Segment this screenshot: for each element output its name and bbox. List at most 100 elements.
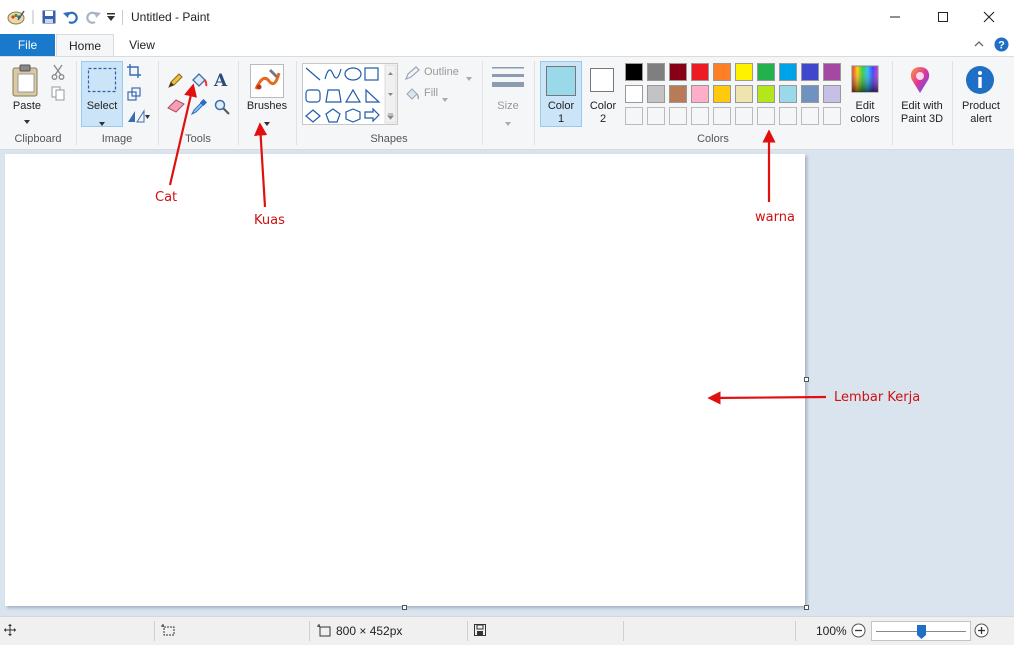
minimize-icon[interactable] xyxy=(872,0,918,34)
rotate-icon[interactable] xyxy=(127,109,151,125)
customize-icon[interactable] xyxy=(104,8,118,26)
palette-custom-slot[interactable] xyxy=(625,107,643,125)
palette-color-swatch[interactable] xyxy=(735,63,753,81)
drawing-canvas[interactable] xyxy=(5,154,805,606)
maximize-icon[interactable] xyxy=(920,0,966,34)
palette-color-swatch[interactable] xyxy=(757,85,775,103)
status-separator xyxy=(309,621,310,641)
paint-app-icon[interactable] xyxy=(6,8,26,26)
palette-custom-slot[interactable] xyxy=(757,107,775,125)
collapse-ribbon-icon[interactable] xyxy=(973,38,987,52)
group-separator xyxy=(296,61,297,145)
paste-button[interactable] xyxy=(10,63,44,105)
outline-icon[interactable] xyxy=(404,66,421,81)
magnifier-icon[interactable] xyxy=(214,99,232,117)
palette-color-swatch[interactable] xyxy=(669,85,687,103)
palette-color-swatch[interactable] xyxy=(625,85,643,103)
select-dropdown-icon[interactable] xyxy=(98,116,106,130)
palette-color-swatch[interactable] xyxy=(713,85,731,103)
palette-color-swatch[interactable] xyxy=(735,85,753,103)
zoom-in-icon[interactable] xyxy=(974,623,990,639)
tab-file[interactable]: File xyxy=(0,34,55,56)
shapes-gallery[interactable] xyxy=(302,63,398,125)
palette-color-swatch[interactable] xyxy=(823,85,841,103)
ribbon-tabs: File Home View ? xyxy=(0,34,1014,56)
save-icon[interactable] xyxy=(40,8,58,26)
paint3d-icon[interactable] xyxy=(905,65,935,95)
zoom-slider-thumb[interactable] xyxy=(917,625,926,639)
color1-swatch xyxy=(546,66,576,96)
fill-bucket-icon[interactable] xyxy=(190,72,210,92)
copy-icon[interactable] xyxy=(51,86,67,102)
palette-custom-slot[interactable] xyxy=(735,107,753,125)
group-separator xyxy=(892,61,893,145)
fill-dropdown-icon[interactable] xyxy=(442,91,448,105)
palette-custom-slot[interactable] xyxy=(823,107,841,125)
palette-custom-slot[interactable] xyxy=(801,107,819,125)
fill-icon[interactable] xyxy=(405,87,421,101)
info-icon[interactable] xyxy=(965,65,995,95)
product-alert-label: Product xyxy=(962,100,1000,112)
eraser-icon[interactable] xyxy=(167,99,185,117)
size-icon[interactable] xyxy=(491,65,525,95)
redo-icon[interactable] xyxy=(84,8,102,26)
palette-color-swatch[interactable] xyxy=(823,63,841,81)
palette-custom-slot[interactable] xyxy=(669,107,687,125)
group-separator xyxy=(952,61,953,145)
workspace xyxy=(0,150,1014,616)
palette-color-swatch[interactable] xyxy=(713,63,731,81)
resize-icon[interactable] xyxy=(127,87,143,103)
palette-custom-slot[interactable] xyxy=(647,107,665,125)
palette-color-swatch[interactable] xyxy=(801,85,819,103)
paste-label: Paste xyxy=(12,100,42,112)
palette-color-swatch[interactable] xyxy=(691,63,709,81)
text-icon[interactable]: A xyxy=(214,71,232,91)
palette-custom-slot[interactable] xyxy=(779,107,797,125)
help-icon[interactable]: ? xyxy=(994,37,1010,53)
title-separator xyxy=(122,10,123,25)
brushes-dropdown-icon[interactable] xyxy=(263,116,271,130)
edit-colors-label-2: colors xyxy=(850,113,880,125)
brushes-icon[interactable] xyxy=(250,64,284,98)
outline-label[interactable]: Outline xyxy=(424,66,459,78)
ribbon: Paste Clipboard Select Image A Tools Bru… xyxy=(0,56,1014,150)
palette-color-swatch[interactable] xyxy=(669,63,687,81)
resize-handle-bottom[interactable] xyxy=(402,605,407,610)
image-group-label: Image xyxy=(101,133,133,145)
palette-color-swatch[interactable] xyxy=(691,85,709,103)
fill-label[interactable]: Fill xyxy=(424,87,438,99)
selection-size-icon xyxy=(161,624,177,638)
color-picker-icon[interactable] xyxy=(190,98,209,117)
close-icon[interactable] xyxy=(966,0,1012,34)
palette-custom-slot[interactable] xyxy=(691,107,709,125)
resize-handle-right[interactable] xyxy=(804,377,809,382)
canvas-size: 800 × 452px xyxy=(336,624,403,638)
tools-group-label: Tools xyxy=(185,133,211,145)
crop-icon[interactable] xyxy=(127,64,143,80)
palette-color-swatch[interactable] xyxy=(647,63,665,81)
color2-number: 2 xyxy=(599,113,607,125)
color2-swatch[interactable] xyxy=(590,68,614,92)
outline-dropdown-icon[interactable] xyxy=(466,70,472,84)
palette-color-swatch[interactable] xyxy=(779,85,797,103)
pencil-icon[interactable] xyxy=(167,73,185,91)
group-separator xyxy=(76,61,77,145)
tab-view[interactable]: View xyxy=(116,34,168,56)
canvas-size-icon xyxy=(317,624,333,638)
edit-colors-icon[interactable] xyxy=(851,65,879,93)
palette-color-swatch[interactable] xyxy=(779,63,797,81)
resize-handle-corner[interactable] xyxy=(804,605,809,610)
zoom-slider[interactable] xyxy=(871,621,971,641)
undo-icon[interactable] xyxy=(62,8,80,26)
status-separator xyxy=(154,621,155,641)
paste-dropdown-icon[interactable] xyxy=(23,114,31,128)
palette-color-swatch[interactable] xyxy=(625,63,643,81)
zoom-out-icon[interactable] xyxy=(851,623,867,639)
cut-icon[interactable] xyxy=(51,64,67,80)
size-dropdown-icon[interactable] xyxy=(504,116,512,130)
palette-color-swatch[interactable] xyxy=(801,63,819,81)
palette-custom-slot[interactable] xyxy=(713,107,731,125)
palette-color-swatch[interactable] xyxy=(647,85,665,103)
tab-home[interactable]: Home xyxy=(56,34,114,56)
palette-color-swatch[interactable] xyxy=(757,63,775,81)
